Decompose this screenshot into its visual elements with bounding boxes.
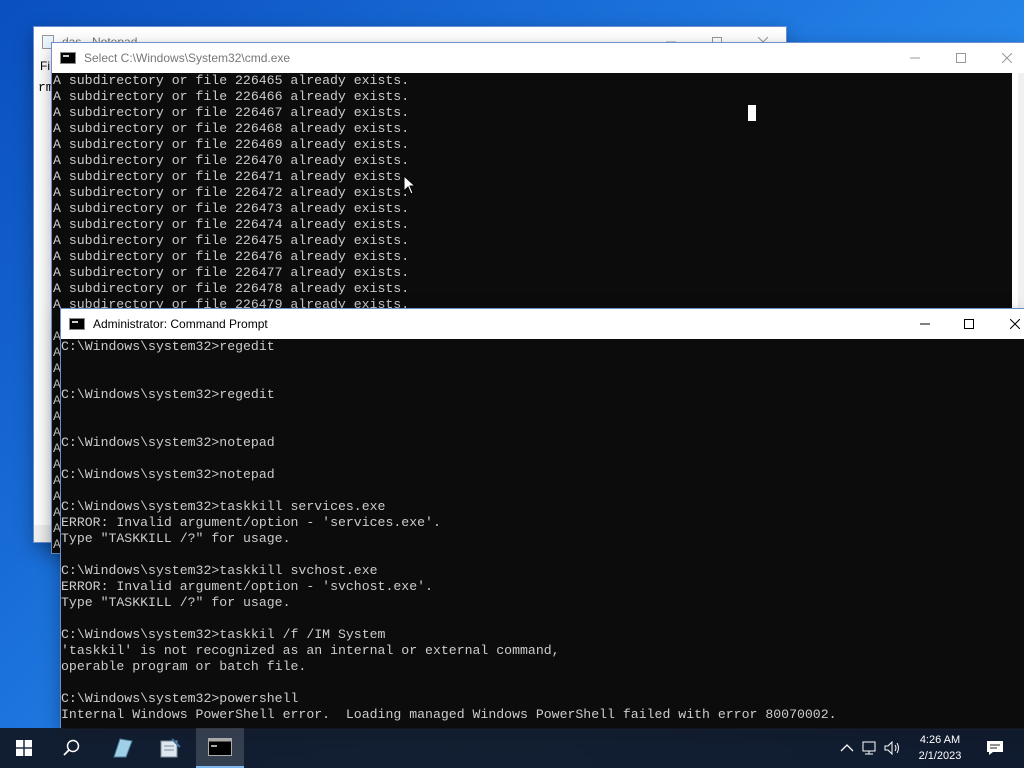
admin-cmd-close-button[interactable] — [992, 309, 1024, 339]
action-center-icon[interactable] — [986, 740, 1004, 756]
select-cmd-maximize-button[interactable] — [938, 43, 984, 73]
console-line: A — [53, 425, 61, 440]
paint-app-icon — [113, 738, 133, 758]
console-line: C:\Windows\system32>taskkill services.ex… — [61, 499, 386, 514]
console-line: ERROR: Invalid argument/option - 'svchos… — [61, 579, 433, 594]
windows-logo-icon — [16, 740, 32, 756]
console-line: A — [53, 409, 61, 424]
console-line: A subdirectory or file 226478 already ex… — [53, 281, 410, 296]
clock-time: 4:26 AM — [919, 734, 961, 746]
close-icon — [1002, 53, 1012, 63]
cmd-icon — [69, 318, 85, 330]
console-line: operable program or batch file. — [61, 659, 307, 674]
console-line: C:\Windows\system32>notepad — [61, 435, 275, 450]
console-line: C:\Windows\system32>taskkill svchost.exe — [61, 563, 378, 578]
console-line: A — [53, 361, 61, 376]
select-cmd-title: Select C:\Windows\System32\cmd.exe — [84, 51, 291, 65]
admin-cmd-minimize-button[interactable] — [902, 309, 948, 339]
console-line: A subdirectory or file 226471 already ex… — [53, 169, 410, 184]
notepad-menu-file[interactable]: Fi — [40, 59, 50, 73]
console-line: ERROR: Invalid argument/option - 'servic… — [61, 515, 441, 530]
console-line: A — [53, 457, 61, 472]
console-line: A subdirectory or file 226474 already ex… — [53, 217, 410, 232]
console-line: A — [53, 537, 61, 552]
network-icon[interactable] — [862, 741, 880, 755]
admin-cmd-titlebar[interactable]: Administrator: Command Prompt — [61, 309, 1024, 339]
start-button[interactable] — [0, 728, 48, 768]
console-line: A subdirectory or file 226468 already ex… — [53, 121, 410, 136]
console-line: Type "TASKKILL /?" for usage. — [61, 531, 291, 546]
console-line: A subdirectory or file 226470 already ex… — [53, 153, 410, 168]
console-line: Type "TASKKILL /?" for usage. — [61, 595, 291, 610]
maximize-icon — [956, 53, 966, 63]
search-icon — [63, 739, 80, 756]
clock[interactable]: 4:26 AM 2/1/2023 — [912, 732, 968, 764]
console-line: 'taskkil' is not recognized as an intern… — [61, 643, 560, 658]
cmd-icon — [60, 52, 76, 64]
admin-cmd-window[interactable]: Administrator: Command Prompt C:\Windows… — [61, 309, 1024, 729]
cmd-app-icon — [208, 738, 232, 756]
console-line: C:\Windows\system32>taskkil /f /IM Syste… — [61, 627, 386, 642]
minimize-icon — [920, 323, 930, 325]
console-line: A subdirectory or file 226475 already ex… — [53, 233, 410, 248]
console-line: C:\Windows\system32>regedit — [61, 387, 275, 402]
select-cmd-titlebar[interactable]: Select C:\Windows\System32\cmd.exe — [52, 43, 1024, 73]
mouse-pointer-icon — [403, 175, 417, 195]
console-line: A — [53, 505, 61, 520]
console-line: C:\Windows\system32>notepad — [61, 467, 275, 482]
console-line: A — [53, 377, 61, 392]
console-line: A — [53, 393, 61, 408]
admin-cmd-console[interactable]: C:\Windows\system32>regedit C:\Windows\sy… — [61, 339, 1024, 729]
select-cmd-minimize-button[interactable] — [892, 43, 938, 73]
console-line: A subdirectory or file 226472 already ex… — [53, 185, 410, 200]
taskbar-app-a[interactable] — [100, 728, 144, 768]
chevron-up-icon[interactable] — [840, 743, 854, 753]
clock-date: 2/1/2023 — [918, 750, 962, 762]
console-line: Internal Windows PowerShell error. Loadi… — [61, 707, 837, 722]
console-line: A subdirectory or file 226473 already ex… — [53, 201, 410, 216]
console-line: C:\Windows\system32>powershell — [61, 691, 299, 706]
close-icon — [1010, 319, 1020, 329]
search-button[interactable] — [48, 728, 96, 768]
console-line: A — [53, 521, 61, 536]
admin-cmd-title: Administrator: Command Prompt — [93, 317, 268, 331]
select-cmd-close-button[interactable] — [984, 43, 1024, 73]
taskbar-cmd-button[interactable] — [196, 728, 244, 768]
system-tray: 4:26 AM 2/1/2023 — [836, 728, 1024, 768]
console-line: C:\Windows\system32>regedit — [61, 339, 275, 354]
notepad-app-icon — [160, 738, 181, 758]
text-cursor — [748, 105, 756, 121]
console-line: A subdirectory or file 226465 already ex… — [53, 73, 410, 88]
console-line: A subdirectory or file 226477 already ex… — [53, 265, 410, 280]
console-line: A — [53, 441, 61, 456]
taskbar-app-b[interactable] — [148, 728, 192, 768]
admin-cmd-maximize-button[interactable] — [946, 309, 992, 339]
console-line: A subdirectory or file 226476 already ex… — [53, 249, 410, 264]
console-line: A — [53, 345, 61, 360]
console-line: A — [53, 329, 61, 344]
console-line: A — [53, 473, 61, 488]
minimize-icon — [910, 57, 920, 59]
console-line: A subdirectory or file 226466 already ex… — [53, 89, 410, 104]
taskbar: 4:26 AM 2/1/2023 — [0, 728, 1024, 768]
console-line: A — [53, 489, 61, 504]
maximize-icon — [964, 319, 974, 329]
console-line: A subdirectory or file 226469 already ex… — [53, 137, 410, 152]
volume-icon[interactable] — [884, 741, 902, 755]
console-line: A subdirectory or file 226467 already ex… — [53, 105, 410, 120]
